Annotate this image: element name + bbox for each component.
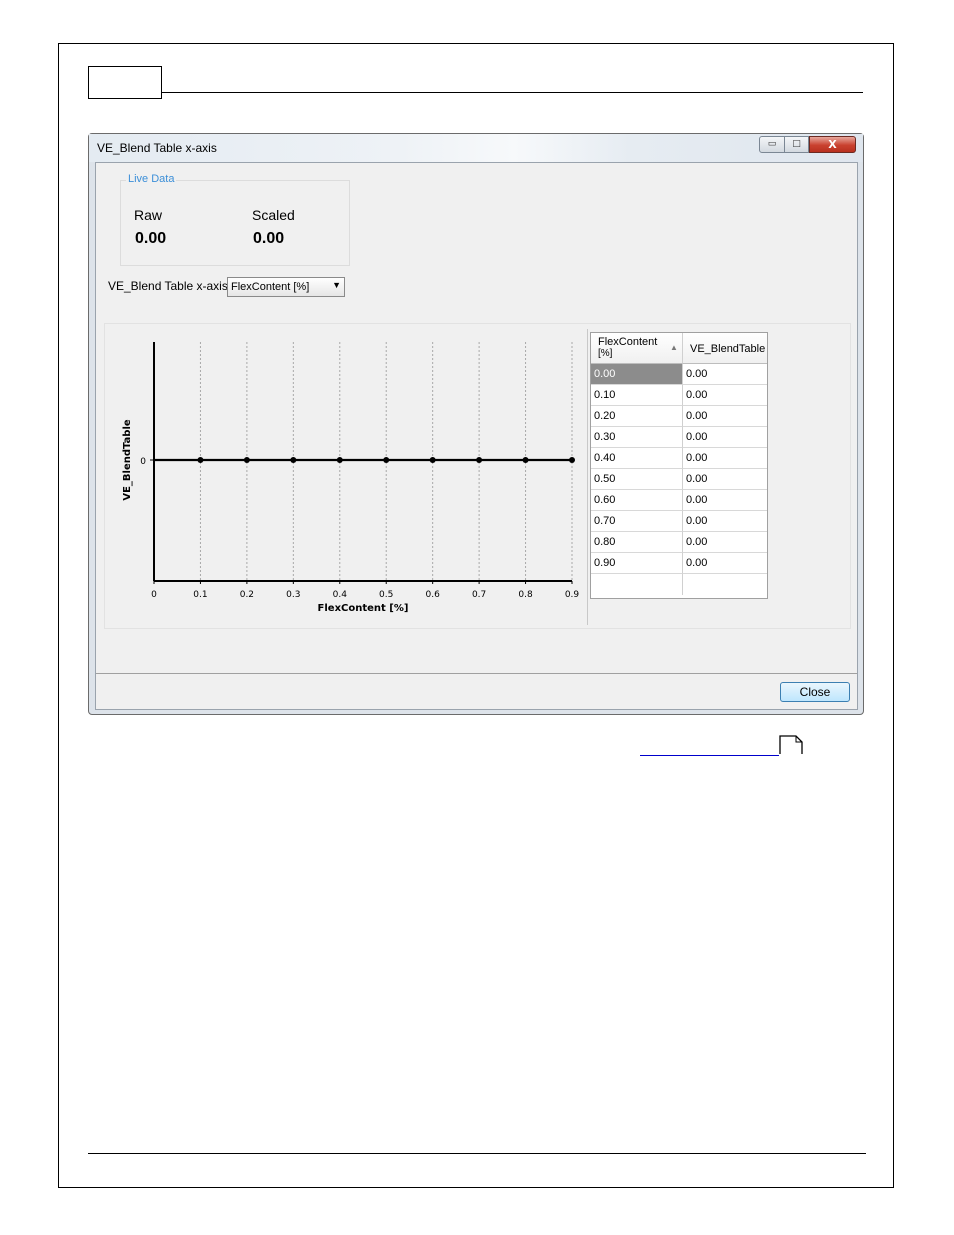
cell-ve-blendtable[interactable]: 0.00 — [683, 511, 767, 532]
y-tick-label: 0 — [140, 457, 146, 467]
cell-ve-blendtable[interactable]: 0.00 — [683, 490, 767, 511]
header-rule — [162, 92, 863, 93]
column-header-ve-blendtable[interactable]: VE_BlendTable — [683, 333, 767, 364]
data-point — [243, 457, 250, 463]
table-row-new[interactable] — [591, 574, 767, 595]
minimize-icon: ▭ — [767, 139, 777, 149]
footer-rule — [88, 1153, 866, 1154]
close-button[interactable]: Close — [780, 682, 850, 702]
x-tick-label: 0.7 — [472, 590, 486, 600]
table-row[interactable]: 0.10 0.00 — [591, 385, 767, 406]
column-header-label: FlexContent — [598, 336, 658, 348]
minimize-button[interactable]: ▭ — [759, 136, 785, 153]
cell-flexcontent[interactable]: 0.90 — [591, 553, 683, 574]
maximize-icon: □ — [792, 139, 801, 149]
cell-ve-blendtable[interactable]: 0.00 — [683, 532, 767, 553]
grid-rows: 0.00 0.00 0.10 0.00 0.20 0.00 0.30 0.00 0.40 0.00… — [591, 364, 767, 595]
cell-flexcontent[interactable]: 0.00 — [591, 364, 683, 385]
x-tick-label: 0.8 — [518, 590, 533, 600]
data-grid[interactable]: FlexContent [%] ▲ VE_BlendTable 0.00 0.00… — [590, 332, 768, 599]
cell-ve-blendtable[interactable]: 0.00 — [683, 364, 767, 385]
column-header-flexcontent[interactable]: FlexContent [%] ▲ — [591, 333, 683, 364]
data-point — [197, 457, 204, 463]
table-row[interactable]: 0.30 0.00 — [591, 427, 767, 448]
table-row[interactable]: 0.80 0.00 — [591, 532, 767, 553]
data-point — [429, 457, 436, 463]
data-point — [383, 457, 390, 463]
cell-flexcontent[interactable]: 0.20 — [591, 406, 683, 427]
window-title: VE_Blend Table x-axis — [97, 141, 217, 155]
bottom-separator — [96, 673, 857, 674]
line-chart: 0 0 0.1 0.2 0.3 0.4 0.5 0.6 0.7 0.8 0.9 FlexContent… — [122, 342, 580, 614]
cell-flexcontent[interactable]: 0.50 — [591, 469, 683, 490]
close-icon: X — [828, 138, 837, 151]
table-row[interactable]: 0.50 0.00 — [591, 469, 767, 490]
data-point — [336, 457, 343, 463]
dialog-window: VE_Blend Table x-axis ▭ □ X Live Data Ra… — [88, 133, 864, 715]
x-tick-label: 0.1 — [193, 590, 207, 600]
cell-flexcontent[interactable]: 0.10 — [591, 385, 683, 406]
table-row[interactable]: 0.40 0.00 — [591, 448, 767, 469]
column-header-label: VE_BlendTable — [690, 343, 766, 355]
table-row[interactable]: 0.70 0.00 — [591, 511, 767, 532]
x-tick-label: 0.5 — [379, 590, 393, 600]
y-axis-label: VE_BlendTable — [122, 419, 133, 501]
cell-flexcontent[interactable]: 0.30 — [591, 427, 683, 448]
table-row[interactable]: 0.00 0.00 — [591, 364, 767, 385]
column-header-unit: [%] — [598, 348, 613, 359]
cell-flexcontent[interactable]: 0.80 — [591, 532, 683, 553]
table-row[interactable]: 0.90 0.00 — [591, 553, 767, 574]
dialog-client-area: Live Data Raw 0.00 Scaled 0.00 VE_Blend … — [95, 162, 858, 710]
cell-ve-blendtable[interactable]: 0.00 — [683, 448, 767, 469]
page-icon — [779, 735, 803, 754]
x-tick-label: 0.9 — [565, 590, 580, 600]
table-row[interactable]: 0.60 0.00 — [591, 490, 767, 511]
header-box — [88, 66, 162, 99]
cell-flexcontent[interactable]: 0.60 — [591, 490, 683, 511]
cell-flexcontent[interactable]: 0.40 — [591, 448, 683, 469]
cell-ve-blendtable[interactable]: 0.00 — [683, 385, 767, 406]
x-tick-label: 0.6 — [426, 590, 441, 600]
window-close-button[interactable]: X — [809, 136, 856, 153]
data-point — [522, 457, 529, 463]
data-point — [290, 457, 297, 463]
cell-ve-blendtable[interactable]: 0.00 — [683, 427, 767, 448]
table-row[interactable]: 0.20 0.00 — [591, 406, 767, 427]
cell-ve-blendtable[interactable]: 0.00 — [683, 406, 767, 427]
x-tick-label: 0.4 — [333, 590, 348, 600]
maximize-button[interactable]: □ — [784, 136, 809, 153]
cell-ve-blendtable[interactable]: 0.00 — [683, 553, 767, 574]
x-axis-label: FlexContent [%] — [318, 603, 409, 614]
cell-ve-blendtable[interactable]: 0.00 — [683, 469, 767, 490]
splitter[interactable] — [587, 329, 588, 625]
data-point — [569, 457, 575, 463]
x-tick-label: 0.3 — [286, 590, 300, 600]
link-underline[interactable] — [640, 755, 779, 756]
x-tick-label: 0 — [151, 590, 157, 600]
cell-flexcontent[interactable]: 0.70 — [591, 511, 683, 532]
title-bar[interactable]: VE_Blend Table x-axis ▭ □ X — [89, 134, 863, 162]
data-point — [476, 457, 483, 463]
x-tick-label: 0.2 — [240, 590, 254, 600]
sort-ascending-icon: ▲ — [670, 343, 678, 352]
